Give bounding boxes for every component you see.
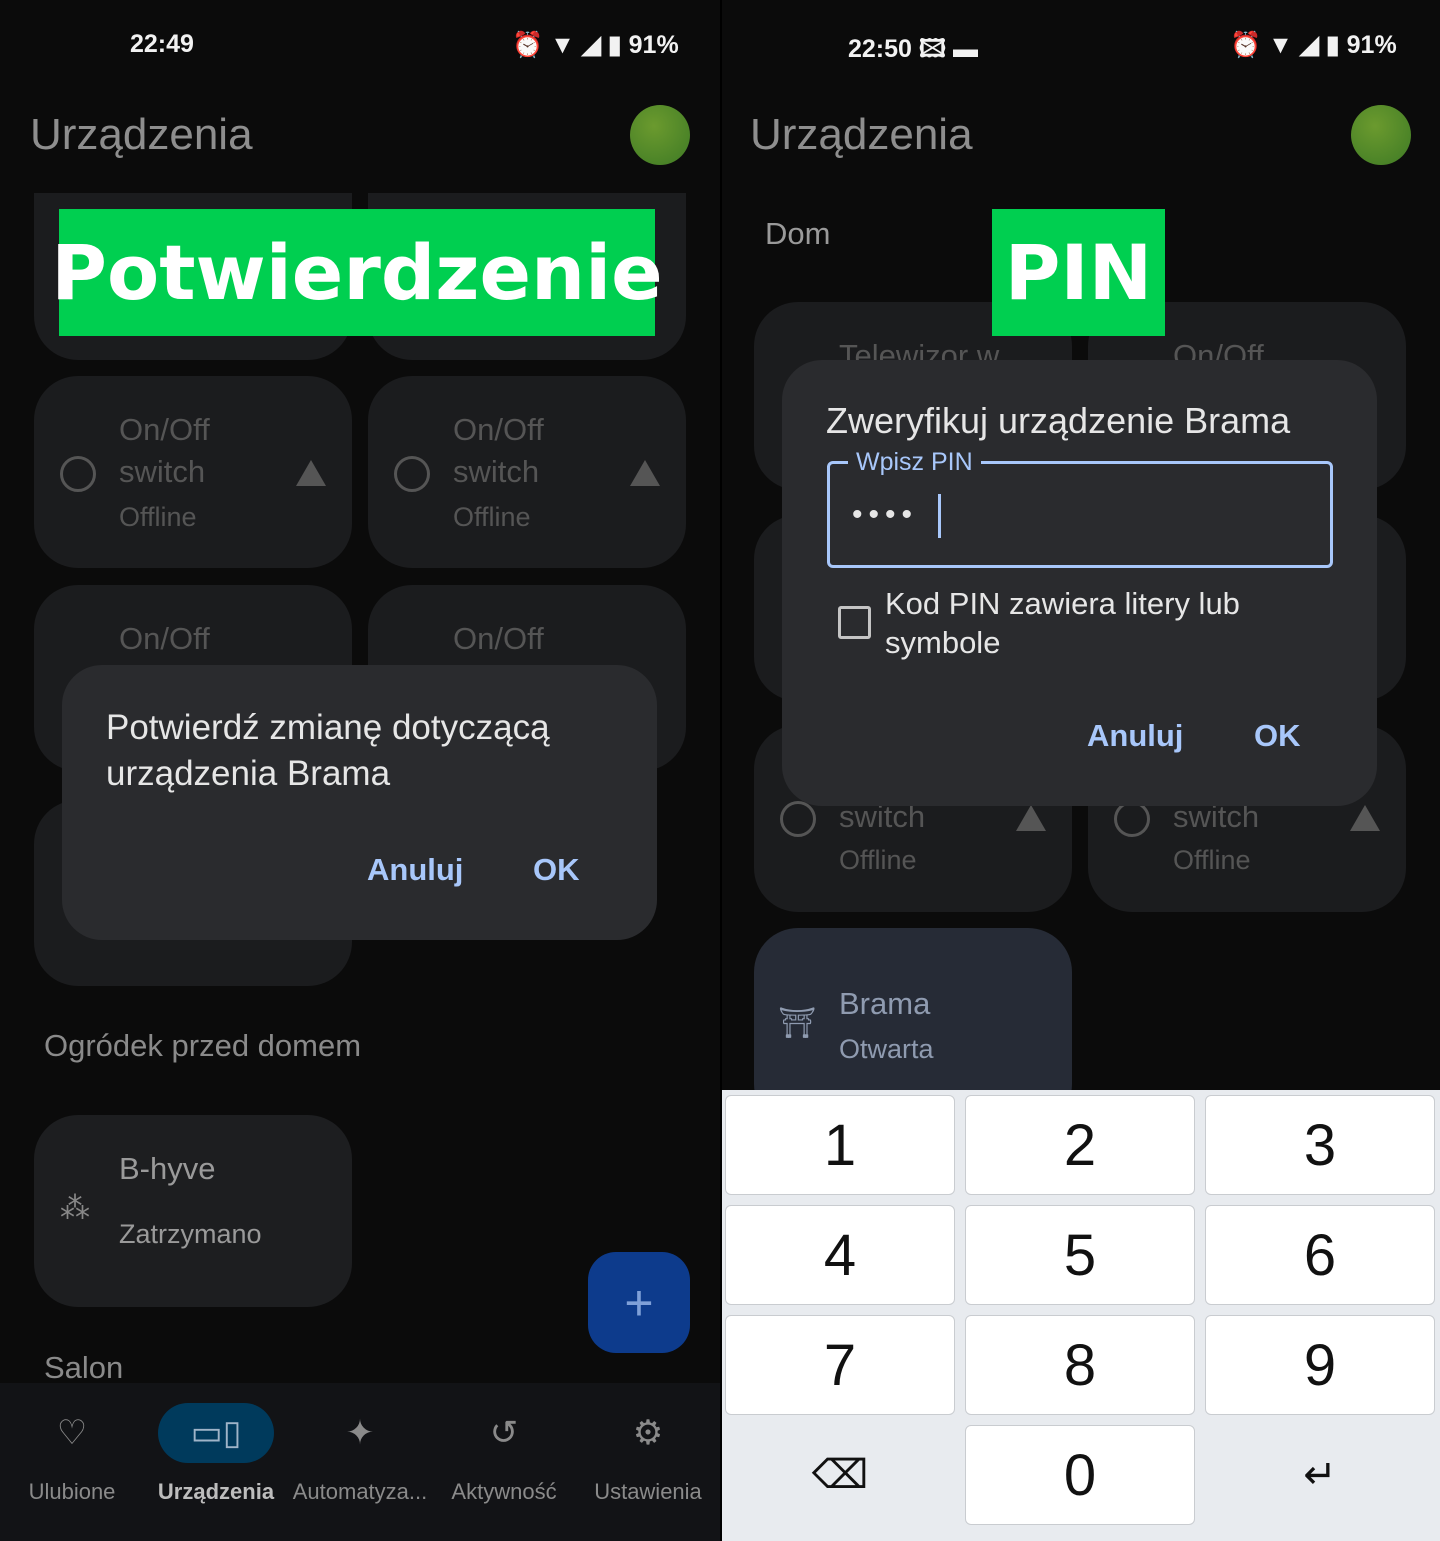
page-title: Urządzenia [750, 110, 973, 159]
key-3[interactable]: 3 [1205, 1095, 1435, 1195]
avatar[interactable] [630, 105, 690, 165]
device-name: On/Off [119, 412, 210, 447]
device-card-bhyve[interactable]: ⁂ B-hyve Zatrzymano [34, 1115, 352, 1307]
plus-icon: + [624, 1274, 654, 1331]
letters-checkbox[interactable] [838, 606, 871, 639]
device-status: Offline [839, 845, 917, 875]
key-4[interactable]: 4 [725, 1205, 955, 1305]
overlay-label: Potwierdzenie [51, 209, 663, 336]
nav-automatyzacje[interactable]: ✦ Automatyza... [290, 1403, 430, 1505]
time: 22:50 [848, 35, 912, 63]
device-name: On/Off [119, 621, 210, 656]
key-7[interactable]: 7 [725, 1315, 955, 1415]
key-0[interactable]: 0 [965, 1425, 1195, 1525]
device-name: switch [453, 454, 540, 489]
warning-icon [296, 460, 326, 486]
pin-field-label: Wpisz PIN [848, 448, 981, 477]
status-time: 22:49 [130, 30, 194, 58]
device-status: Otwarta [839, 1034, 934, 1064]
nav-ulubione[interactable]: ♡ Ulubione [2, 1403, 142, 1505]
add-button[interactable]: + [588, 1252, 690, 1353]
ok-button[interactable]: OK [1254, 718, 1301, 754]
device-name: Brama [839, 986, 931, 1021]
key-8[interactable]: 8 [965, 1315, 1195, 1415]
right-screen: 22:50 🖾 ▬ ⏰ ▼ ◢ ▮ 91% Urządzenia Dom Tel… [722, 0, 1440, 1541]
pin-dialog: Zweryfikuj urządzenie Brama •••• Wpisz P… [782, 360, 1377, 806]
pin-input[interactable]: •••• [827, 461, 1333, 568]
cancel-button[interactable]: Anuluj [1087, 718, 1183, 754]
key-6[interactable]: 6 [1205, 1205, 1435, 1305]
dialog-title: Zweryfikuj urządzenie Brama [826, 400, 1291, 441]
battery-level: 91% [628, 31, 679, 59]
sprinkler-icon: ⁂ [60, 1192, 90, 1225]
warning-icon [1016, 805, 1046, 831]
section-header: Ogródek przed domem [44, 1028, 362, 1063]
device-status: Zatrzymano [119, 1219, 262, 1249]
overlay-label: PIN [992, 209, 1165, 336]
nav-label: Automatyza... [292, 1479, 428, 1504]
avatar[interactable] [1351, 105, 1411, 165]
page-title: Urządzenia [30, 110, 253, 159]
status-time: 22:50 🖾 ▬ [848, 35, 979, 63]
history-icon: ↺ [489, 1414, 519, 1452]
nav-label: Urządzenia [157, 1479, 275, 1504]
nav-label: Aktywność [451, 1479, 557, 1504]
key-1[interactable]: 1 [725, 1095, 955, 1195]
nav-label: Ustawienia [594, 1479, 702, 1504]
device-name: switch [119, 454, 206, 489]
nav-aktywnosc[interactable]: ↺ Aktywność [434, 1403, 574, 1505]
key-2[interactable]: 2 [965, 1095, 1195, 1195]
device-status: Offline [119, 502, 197, 532]
device-name: On/Off [453, 412, 544, 447]
section-header: Salon [44, 1350, 124, 1385]
device-status: Offline [453, 502, 531, 532]
device-card[interactable]: On/Off switch Offline [34, 376, 352, 568]
status-icons: ⏰ ▼ ◢ ▮ 91% [512, 31, 679, 59]
nav-ustawienia[interactable]: ⚙ Ustawienia [578, 1403, 718, 1505]
status-icons: ⏰ ▼ ◢ ▮ 91% [1230, 31, 1397, 59]
nav-label: Ulubione [28, 1479, 116, 1504]
device-name: B-hyve [119, 1151, 216, 1186]
device-card[interactable]: On/Off switch Offline [368, 376, 686, 568]
warning-icon [630, 460, 660, 486]
checkbox-label[interactable]: Kod PIN zawiera litery lub symbole [885, 584, 1285, 662]
text-cursor [938, 494, 941, 538]
gear-icon: ⚙ [632, 1414, 664, 1452]
nav-urzadzenia[interactable]: ▭▯ Urządzenia [146, 1403, 286, 1505]
device-name: On/Off [453, 621, 544, 656]
cancel-button[interactable]: Anuluj [367, 852, 463, 888]
gate-icon: ⛩ [778, 1007, 817, 1040]
outlet-icon [60, 456, 96, 492]
ok-button[interactable]: OK [533, 852, 580, 888]
heart-icon: ♡ [56, 1414, 88, 1452]
warning-icon [1350, 805, 1380, 831]
pin-value: •••• [852, 498, 919, 531]
devices-icon: ▭▯ [158, 1403, 274, 1463]
battery-level: 91% [1346, 31, 1397, 59]
confirm-dialog: Potwierdź zmianę dotyczącą urządzenia Br… [62, 665, 657, 940]
backspace-icon[interactable]: ⌫ [725, 1425, 955, 1525]
key-9[interactable]: 9 [1205, 1315, 1435, 1415]
enter-icon[interactable]: ↵ [1205, 1425, 1435, 1525]
device-status: Offline [1173, 845, 1251, 875]
left-screen: 22:49 ⏰ ▼ ◢ ▮ 91% Urządzenia On/Off swit… [0, 0, 720, 1541]
outlet-icon [780, 801, 816, 837]
sparkle-icon: ✦ [345, 1414, 375, 1452]
section-header: Dom [765, 216, 831, 251]
numeric-keyboard: 1 2 3 4 5 6 7 8 9 ⌫ 0 ↵ [722, 1090, 1440, 1541]
outlet-icon [394, 456, 430, 492]
outlet-icon [1114, 801, 1150, 837]
key-5[interactable]: 5 [965, 1205, 1195, 1305]
dialog-message: Potwierdź zmianę dotyczącą urządzenia Br… [106, 708, 550, 793]
bottom-nav: ♡ Ulubione ▭▯ Urządzenia ✦ Automatyza... ↺ A… [0, 1383, 720, 1541]
